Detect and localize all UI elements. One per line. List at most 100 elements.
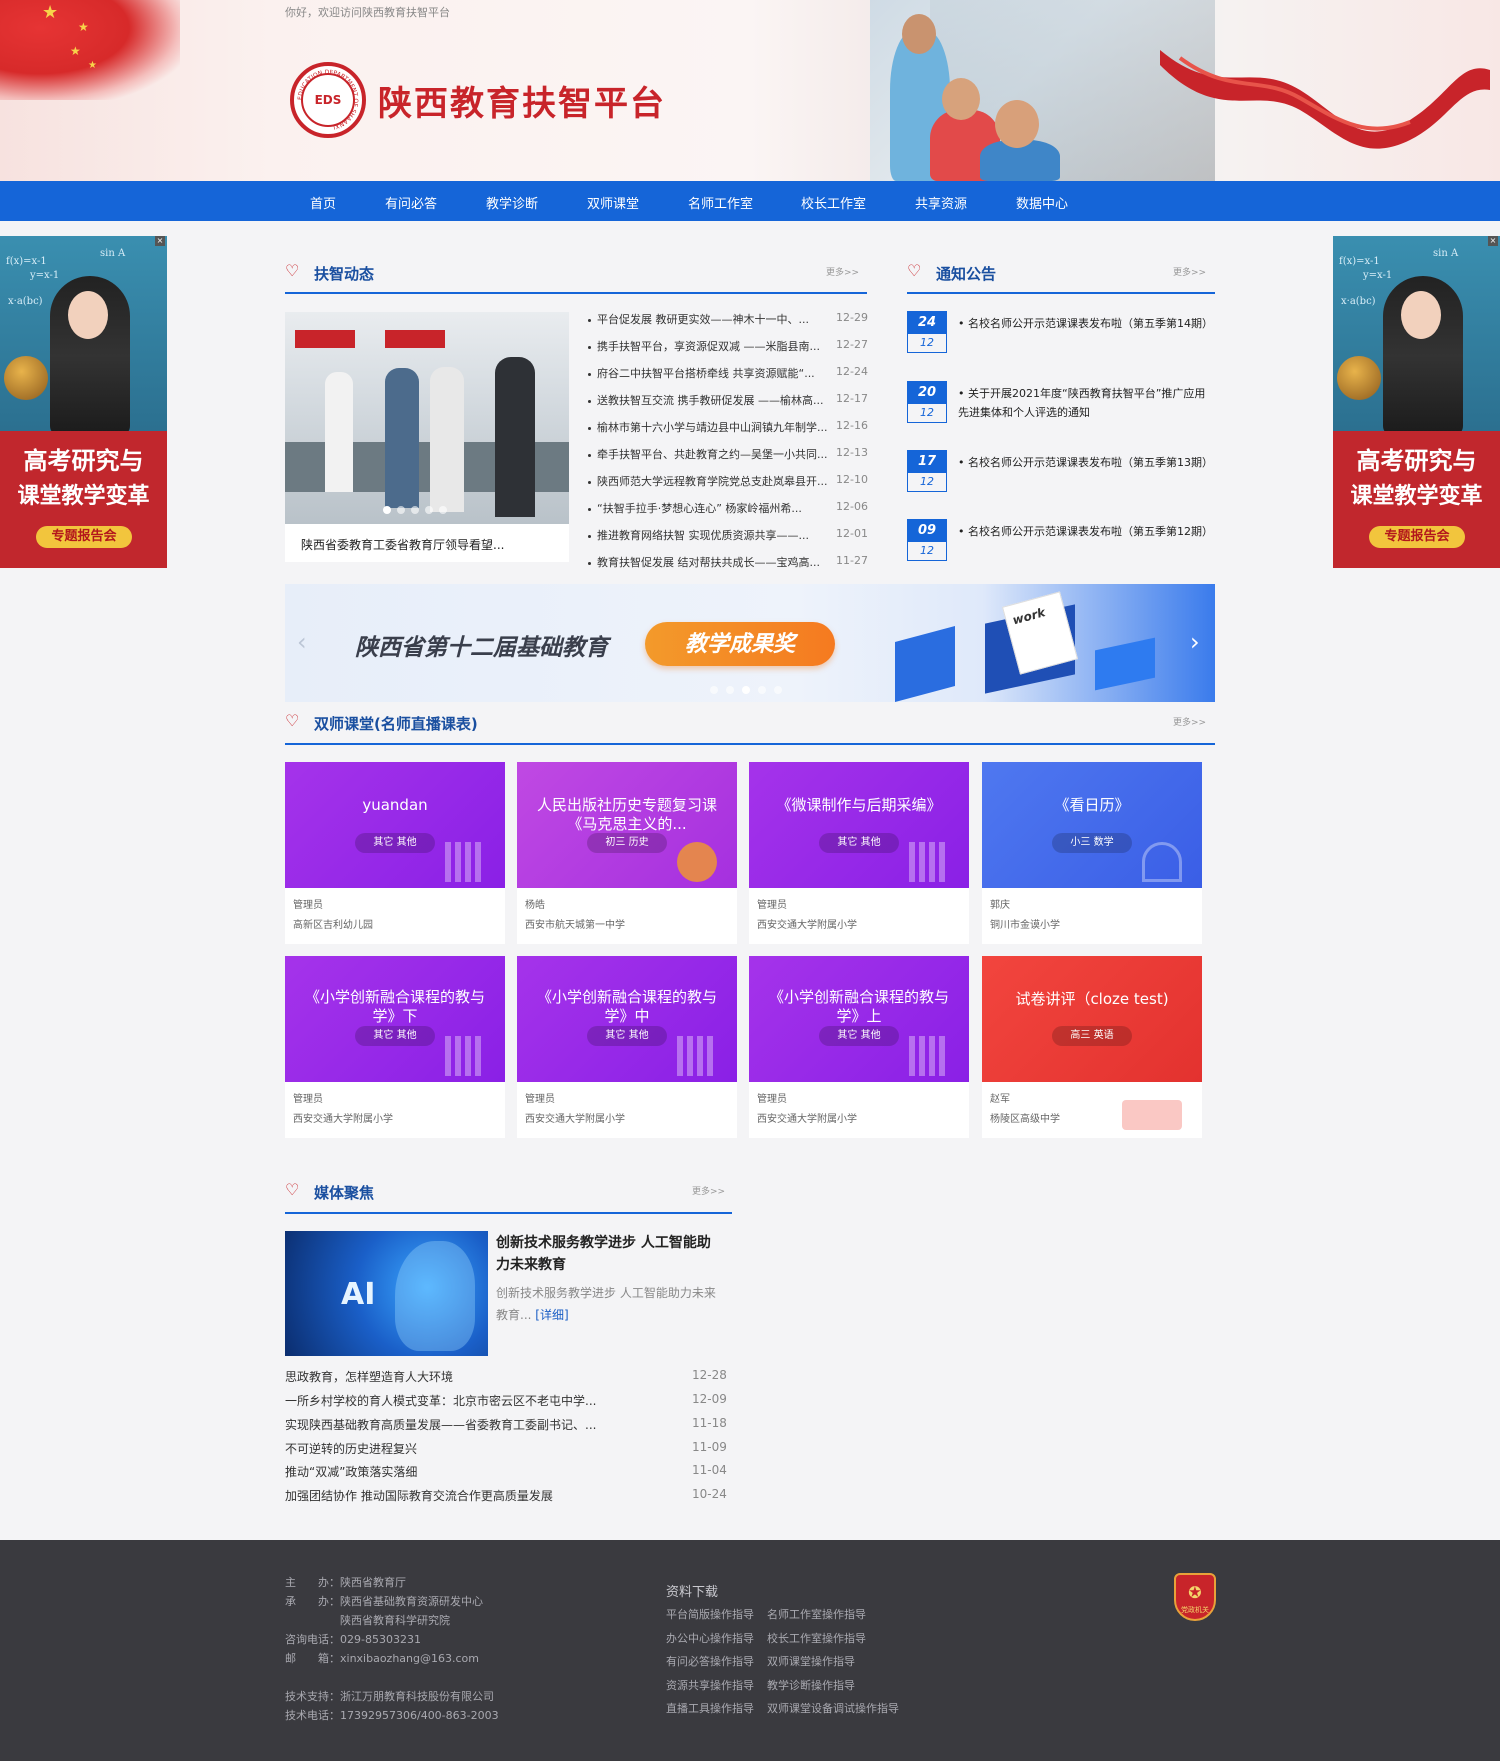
slide-dot[interactable] [439,506,447,514]
slide-dot[interactable] [411,506,419,514]
media-item[interactable]: 思政教育，怎样塑造育人大环境 [285,1368,625,1385]
nav-item-qa[interactable]: 有问必答 [385,193,437,212]
banner-dot[interactable] [774,686,782,694]
ad-formula: x·a(bc) [1341,296,1376,307]
nav-item-shared-resources[interactable]: 共享资源 [915,193,967,212]
notice-item[interactable]: • 名校名师公开示范课课表发布啦（第五季第12期） [958,522,1214,541]
ad-tag: 专题报告会 [1369,526,1465,548]
banner-prev-arrow-icon[interactable]: ‹ [297,628,307,656]
government-badge-icon[interactable]: ✪ 党政机关 [1174,1573,1216,1621]
ad-close-icon[interactable]: × [155,236,165,246]
news-item[interactable]: 携手扶智平台，享资源促双减 ——米脂县南... [588,338,866,354]
star-icon: ★ [70,44,81,58]
download-link[interactable]: 教学诊断操作指导 [767,1677,855,1693]
banner-dot[interactable] [758,686,766,694]
news-item[interactable]: 牵手扶智平台、共赴教育之约—吴堡一小共同... [588,446,866,462]
footer-organizer-2: 陕西省教育科学研究院 [340,1614,450,1627]
news-item[interactable]: “扶智手拉手·梦想心连心” 杨家岭福州希... [588,500,866,516]
media-feature-image[interactable]: AI [285,1231,488,1356]
news-date: 12-16 [836,419,868,432]
nav-item-data-center[interactable]: 数据中心 [1016,193,1068,212]
news-slide-caption[interactable]: 陕西省委教育工委省教育厅领导看望... [301,536,504,553]
books-icon [909,842,949,882]
news-item[interactable]: 陕西师范大学远程教育学院党总支赴岚皋县开... [588,473,866,489]
banner-dot[interactable] [726,686,734,694]
news-more-link[interactable]: 更多>> [826,265,859,278]
media-item[interactable]: 不可逆转的历史进程复兴 [285,1440,625,1457]
media-item[interactable]: 推动“双减”政策落实落细 [285,1463,625,1480]
news-item[interactable]: 送教扶智互交流 携手教研促发展 ——榆林高... [588,392,866,408]
award-banner[interactable]: ‹ 陕西省第十二届基础教育 教学成果奖 work › [285,584,1215,702]
site-title: 陕西教育扶智平台 [378,84,666,124]
notice-day: 24 [908,312,946,334]
media-item[interactable]: 实现陕西基础教育高质量发展——省委教育工委副书记、... [285,1416,625,1433]
download-link[interactable]: 有问必答操作指导 [666,1653,754,1669]
banner-dot-active[interactable] [742,686,750,694]
course-tag: 其它 其他 [355,1026,435,1046]
media-detail-link[interactable]: [详细] [535,1308,568,1322]
course-card[interactable]: yuandan 其它 其他 管理员 高新区吉利幼儿园 [285,762,505,944]
course-tag: 其它 其他 [587,1026,667,1046]
course-school: 铜川市金谟小学 [990,920,1060,931]
notice-item[interactable]: • 关于开展2021年度“陕西教育扶智平台”推广应用先进集体和个人评选的通知 [958,384,1214,422]
download-link[interactable]: 办公中心操作指导 [666,1630,754,1646]
course-card[interactable]: 《看日历》 小三 数学 郭庆 铜川市金谟小学 [982,762,1202,944]
star-icon: ★ [88,60,97,71]
media-feature-title[interactable]: 创新技术服务教学进步 人工智能助力未来教育 [496,1232,724,1276]
course-tag: 其它 其他 [819,1026,899,1046]
course-card[interactable]: 《小学创新融合课程的教与学》上 其它 其他 管理员 西安交通大学附属小学 [749,956,969,1138]
news-item[interactable]: 平台促发展 教研更实效——神木十一中、... [588,311,866,327]
slide-dot[interactable] [397,506,405,514]
media-more-link[interactable]: 更多>> [692,1184,725,1197]
download-link[interactable]: 平台简版操作指导 [666,1606,754,1622]
banner-illustration: work [885,591,1185,702]
news-slide-image [285,312,569,524]
course-card[interactable]: 试卷讲评（cloze test) 高三 英语 赵军 杨陵区高级中学 [982,956,1202,1138]
notices-more-link[interactable]: 更多>> [1173,265,1206,278]
download-link[interactable]: 资源共享操作指导 [666,1677,754,1693]
download-link[interactable]: 直播工具操作指导 [666,1700,754,1716]
head-silhouette [395,1241,475,1351]
nav-item-dual-teacher[interactable]: 双师课堂 [587,193,639,212]
banner-next-arrow-icon[interactable]: › [1190,628,1200,656]
notice-item[interactable]: • 名校名师公开示范课课表发布啦（第五季第14期） [958,314,1214,333]
download-link[interactable]: 名师工作室操作指导 [767,1606,866,1622]
notice-item[interactable]: • 名校名师公开示范课课表发布啦（第五季第13期） [958,453,1214,472]
download-link[interactable]: 双师课堂设备调试操作指导 [767,1700,899,1716]
side-ad-left[interactable]: f(x)=x-1 y=x-1 sin A x·a(bc) 高考研究与 课堂教学变… [0,236,167,568]
banner-dot[interactable] [710,686,718,694]
news-item[interactable]: 教育扶智促发展 结对帮扶共成长——宝鸡高... [588,554,866,570]
download-link[interactable]: 双师课堂操作指导 [767,1653,855,1669]
news-item[interactable]: 推进教育网络扶智 实现优质资源共享——... [588,527,866,543]
news-item[interactable]: 榆林市第十六小学与靖边县中山涧镇九年制学... [588,419,866,435]
media-feature-desc: 创新技术服务教学进步 人工智能助力未来教育... [详细] [496,1282,724,1326]
side-ad-right[interactable]: f(x)=x-1 y=x-1 sin A x·a(bc) 高考研究与 课堂教学变… [1333,236,1500,568]
course-card[interactable]: 《小学创新融合课程的教与学》中 其它 其他 管理员 西安交通大学附属小学 [517,956,737,1138]
emblem-ring-icon: EDUCATION DEPARTMENT OF SHAANXI [297,69,359,131]
course-card[interactable]: 《微课制作与后期采编》 其它 其他 管理员 西安交通大学附属小学 [749,762,969,944]
news-slideshow[interactable]: 陕西省委教育工委省教育厅领导看望... [285,312,569,562]
course-tag: 初三 历史 [587,833,667,853]
iso-block [1095,637,1155,691]
course-card[interactable]: 人民出版社历史专题复习课《马克思主义的... 初三 历史 杨皓 西安市航天城第一… [517,762,737,944]
download-link[interactable]: 校长工作室操作指导 [767,1630,866,1646]
ad-close-icon[interactable]: × [1488,236,1498,246]
news-section-title: 扶智动态 [314,265,375,283]
media-item[interactable]: 加强团结协作 推动国际教育交流合作更高质量发展 [285,1487,625,1504]
iso-block [895,625,955,702]
slide-dot[interactable] [425,506,433,514]
nav-item-diagnosis[interactable]: 教学诊断 [486,193,538,212]
course-card[interactable]: 《小学创新融合课程的教与学》下 其它 其他 管理员 西安交通大学附属小学 [285,956,505,1138]
ad-title-line2: 课堂教学变革 [17,483,150,509]
nav-item-home[interactable]: 首页 [310,193,336,212]
star-icon: ★ [42,2,59,23]
courses-more-link[interactable]: 更多>> [1173,715,1206,728]
course-teacher: 郭庆 [990,900,1010,911]
ad-title-line2: 课堂教学变革 [1350,483,1483,509]
news-item[interactable]: 府谷二中扶智平台搭桥牵线 共享资源赋能“... [588,365,866,381]
footer-organizer: 承 办：陕西省基础教育资源研发中心 [285,1595,483,1608]
nav-item-principal-studio[interactable]: 校长工作室 [801,193,866,212]
media-item[interactable]: 一所乡村学校的育人模式变革：北京市密云区不老屯中学... [285,1392,625,1409]
slide-dot[interactable] [383,506,391,514]
nav-item-master-studio[interactable]: 名师工作室 [688,193,753,212]
